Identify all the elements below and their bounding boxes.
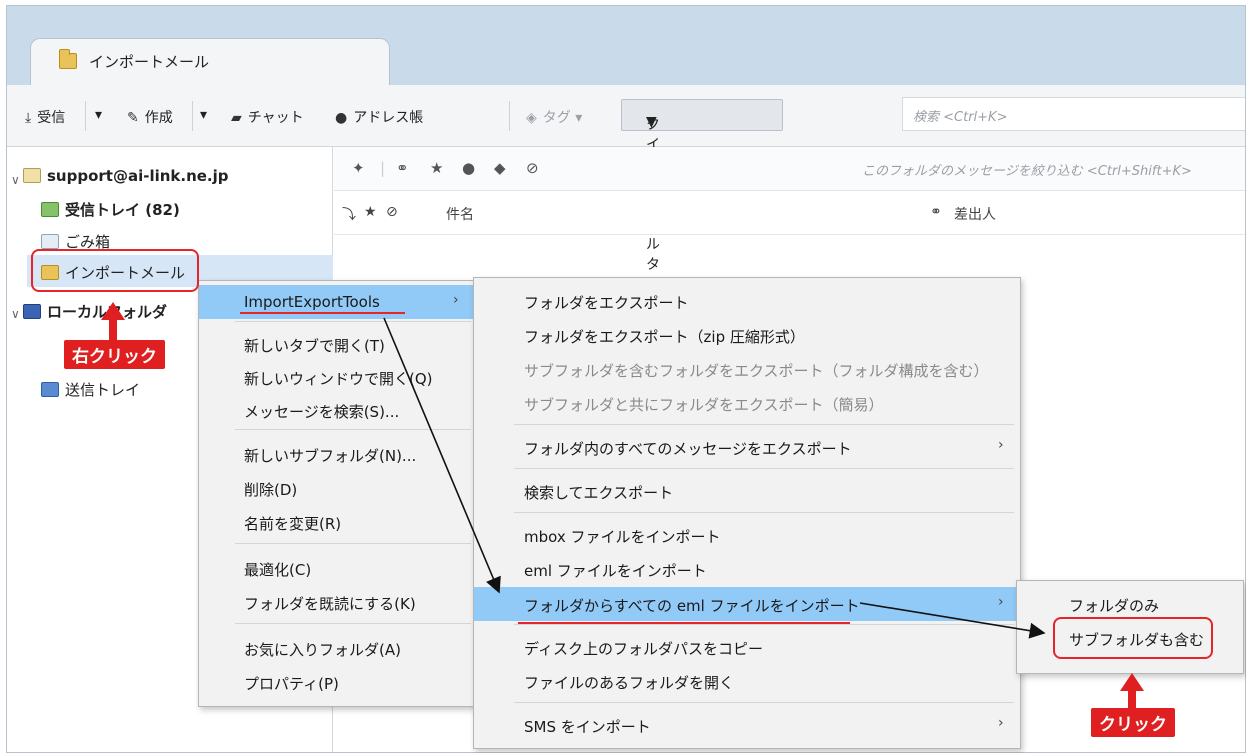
- pointer-arrow: [859, 602, 1046, 639]
- annotation-arrows: [383, 317, 1046, 639]
- pointer-arrow: [383, 317, 501, 594]
